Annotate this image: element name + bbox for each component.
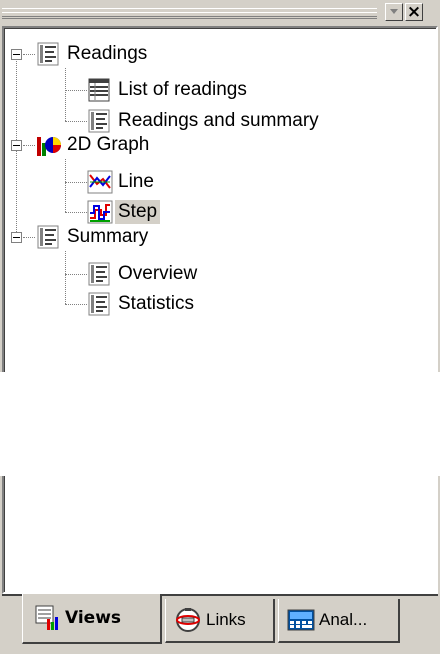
tree-item-label: Step	[115, 200, 161, 224]
views-icon	[35, 605, 58, 630]
panel-title-bar[interactable]: ×	[0, 0, 440, 26]
line-graph-icon	[87, 170, 113, 194]
tree-connector	[23, 54, 35, 55]
tree-connector	[65, 68, 66, 121]
tree-item-statistics[interactable]: Statistics	[115, 289, 197, 319]
tab-strip: Views Links Anal...	[0, 594, 440, 654]
tree-item-overview[interactable]: Overview	[115, 259, 200, 289]
tree-connector	[65, 159, 66, 212]
tree-item-2d-graph[interactable]: 2D Graph	[64, 130, 152, 160]
tree-connector	[65, 274, 87, 275]
tree-connector	[65, 304, 87, 305]
chart-icon	[37, 137, 61, 156]
close-icon: ×	[406, 2, 422, 22]
tree-item-label: List of readings	[118, 79, 247, 100]
table-icon	[88, 78, 110, 102]
views-panel: × Readings List of readings Readings and…	[0, 0, 440, 654]
tab-label: Views	[65, 608, 122, 628]
tree-connector	[65, 90, 87, 91]
tab-label: Anal...	[319, 610, 368, 629]
report-icon	[37, 225, 59, 249]
tree-connector	[65, 121, 87, 122]
torn-edge-gap	[0, 372, 447, 476]
tree-item-label: Line	[118, 171, 154, 192]
collapse-summary-toggle[interactable]	[11, 232, 22, 243]
tab-links[interactable]: Links	[165, 599, 275, 643]
tree-item-label: Readings	[67, 43, 148, 64]
tree-item-readings[interactable]: Readings	[64, 39, 150, 69]
views-tree[interactable]: Readings List of readings Readings and s…	[2, 26, 438, 594]
tree-item-label: Overview	[118, 263, 198, 284]
step-graph-icon	[87, 200, 113, 224]
collapse-2d-graph-toggle[interactable]	[11, 140, 22, 151]
analysis-icon	[287, 609, 315, 631]
tree-item-summary[interactable]: Summary	[64, 222, 151, 252]
tab-label: Links	[206, 610, 246, 629]
report-icon	[37, 42, 59, 66]
panel-close-button[interactable]: ×	[405, 3, 423, 21]
tree-item-line[interactable]: Line	[115, 167, 157, 197]
tree-item-label: Statistics	[118, 293, 195, 314]
collapse-readings-toggle[interactable]	[11, 49, 22, 60]
chevron-down-icon	[390, 9, 398, 14]
links-icon	[176, 608, 200, 632]
tree-connector	[65, 251, 66, 304]
tab-views[interactable]: Views	[22, 594, 162, 644]
tab-analysis[interactable]: Anal...	[278, 599, 400, 643]
tree-item-list-of-readings[interactable]: List of readings	[115, 75, 250, 105]
tree-item-label: Summary	[67, 226, 149, 247]
grip-handle[interactable]	[2, 8, 377, 19]
report-icon	[88, 292, 110, 316]
tree-connector	[65, 182, 87, 183]
tree-item-label: 2D Graph	[67, 134, 150, 155]
tree-connector	[65, 212, 87, 213]
report-icon	[88, 262, 110, 286]
panel-menu-button[interactable]	[385, 3, 403, 21]
tree-connector	[23, 237, 35, 238]
tree-connector	[23, 145, 35, 146]
